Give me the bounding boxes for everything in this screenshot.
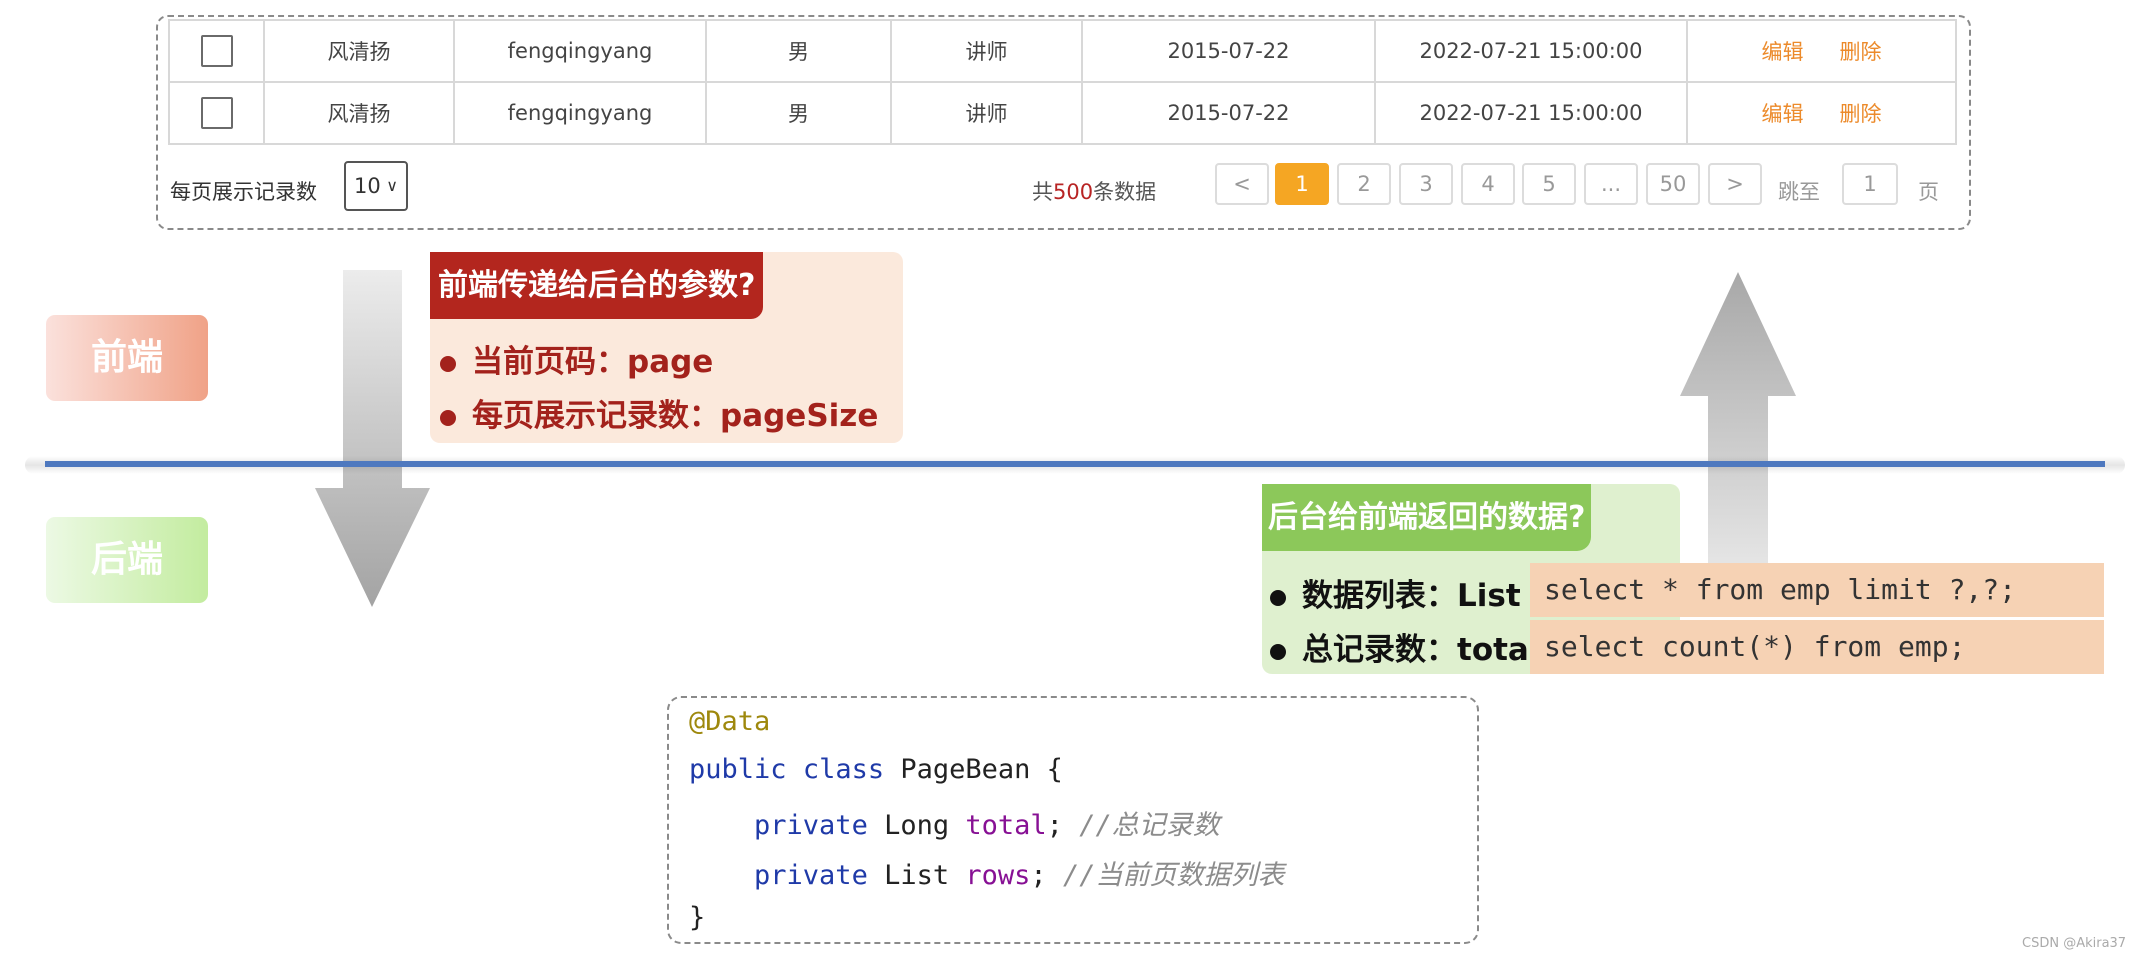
code-text: } — [689, 902, 706, 933]
code-type: List — [884, 860, 950, 891]
cell-name: 风清扬 — [263, 81, 455, 145]
chevron-down-icon: ∨ — [386, 176, 398, 195]
code-comment: //当前页数据列表 — [1062, 860, 1285, 891]
total-count-value: 500 — [1053, 180, 1094, 204]
code-type: Long — [884, 810, 950, 841]
bullet-dot — [1270, 589, 1286, 606]
delete-link[interactable]: 删除 — [1840, 40, 1882, 64]
cell-username: fengqingyang — [453, 19, 707, 83]
row-checkbox[interactable] — [200, 35, 233, 67]
cell-gender: 男 — [705, 81, 892, 145]
code-line: } — [689, 902, 705, 933]
page-button[interactable]: 5 — [1522, 163, 1576, 205]
code-line: private List rows; //当前页数据列表 — [754, 860, 1285, 891]
total-count-text: 共500条数据 — [1032, 176, 1156, 206]
page-button[interactable]: 50 — [1646, 163, 1700, 205]
cell-gender: 男 — [705, 19, 892, 83]
code-field: total — [965, 810, 1047, 841]
page-ellipsis: ... — [1584, 163, 1638, 205]
request-params-title: 前端传递给后台的参数? — [430, 252, 764, 319]
request-param-item: 当前页码：page — [440, 336, 713, 381]
request-param-item: 每页展示记录数：pageSize — [440, 390, 878, 435]
code-keyword: class — [802, 754, 885, 785]
bullet-dot — [440, 355, 456, 372]
employee-table-panel: 风清扬 fengqingyang 男讲师 2015-07-22 2022-07-21 1… — [156, 15, 1971, 230]
next-page-button[interactable]: > — [1708, 163, 1762, 205]
response-data-text: 总记录数：total — [1302, 632, 1540, 668]
row-select-cell — [168, 19, 265, 83]
watermark: CSDN @Akira37 — [2022, 936, 2127, 951]
edit-link[interactable]: 编辑 — [1762, 102, 1804, 126]
cell-actions: 编辑 删除 — [1686, 81, 1957, 145]
total-suffix: 条数据 — [1093, 180, 1157, 204]
total-prefix: 共 — [1032, 180, 1053, 204]
sql-list-query: select * from emp limit ?,?; — [1530, 563, 2104, 617]
table-row: 风清扬 fengqingyang 男讲师 2015-07-22 2022-07-21 1… — [168, 19, 1957, 83]
cell-username: fengqingyang — [453, 81, 707, 145]
page-button[interactable]: 3 — [1399, 163, 1453, 205]
sql-count-query: select count(*) from emp; — [1530, 620, 2104, 674]
cell-entry-date: 2015-07-22 — [1081, 81, 1376, 145]
prev-page-button[interactable]: < — [1215, 163, 1269, 205]
delete-link[interactable]: 删除 — [1840, 102, 1882, 126]
page-size-label: 每页展示记录数 — [170, 180, 317, 204]
pagebean-code-block: @Data public class PageBean { private Lo… — [667, 696, 1479, 944]
jump-label: 跳至 — [1778, 180, 1820, 204]
cell-update-time: 2022-07-21 15:00:00 — [1374, 81, 1688, 145]
code-comment: //总记录数 — [1079, 810, 1220, 841]
code-keyword: private — [754, 860, 868, 891]
backend-tag: 后端 — [46, 517, 208, 603]
jump-page-input[interactable]: 1 — [1842, 163, 1898, 205]
employee-table: 风清扬 fengqingyang 男讲师 2015-07-22 2022-07-21 1… — [168, 19, 1957, 145]
row-select-cell — [168, 81, 265, 145]
page-button[interactable]: 1 — [1275, 163, 1329, 205]
cell-job: 讲师 — [890, 19, 1083, 83]
bullet-dot — [440, 409, 456, 426]
response-data-title: 后台给前端返回的数据? — [1262, 484, 1592, 551]
code-field: rows — [965, 860, 1031, 891]
up-arrow — [1680, 272, 1796, 570]
code-line: @Data — [689, 706, 770, 737]
cell-entry-date: 2015-07-22 — [1081, 19, 1376, 83]
request-param-text: 当前页码：page — [472, 344, 714, 380]
page-button[interactable]: 2 — [1337, 163, 1391, 205]
request-param-text: 每页展示记录数：pageSize — [472, 398, 879, 434]
response-data-item: 数据列表：List — [1270, 570, 1521, 615]
frontend-tag: 前端 — [46, 315, 208, 401]
code-keyword: private — [754, 810, 868, 841]
cell-name: 风清扬 — [263, 19, 455, 83]
cell-actions: 编辑 删除 — [1686, 19, 1957, 83]
response-data-text: 数据列表：List — [1302, 578, 1521, 614]
page-button[interactable]: 4 — [1461, 163, 1515, 205]
bullet-dot — [1270, 643, 1286, 660]
cell-update-time: 2022-07-21 15:00:00 — [1374, 19, 1688, 83]
code-line: private Long total; //总记录数 — [754, 810, 1220, 841]
jump-unit: 页 — [1918, 180, 1939, 204]
response-data-item: 总记录数：total — [1270, 624, 1539, 669]
cell-job: 讲师 — [890, 81, 1083, 145]
down-arrow — [315, 270, 430, 607]
page-size-select[interactable]: 10 ∨ — [344, 161, 408, 211]
row-checkbox[interactable] — [200, 97, 233, 129]
table-row: 风清扬 fengqingyang 男讲师 2015-07-22 2022-07-21 1… — [168, 81, 1957, 145]
code-keyword: public — [689, 754, 787, 785]
frontend-backend-divider — [45, 461, 2105, 467]
edit-link[interactable]: 编辑 — [1762, 40, 1804, 64]
code-text: PageBean { — [900, 754, 1063, 785]
code-annotation: @Data — [689, 706, 771, 737]
code-line: public class PageBean { — [689, 754, 1063, 785]
pagination-bar: 每页展示记录数 10 ∨ 共500条数据 < 1 2 3 4 5 ... 50 … — [170, 160, 1960, 214]
page-size-value: 10 — [354, 174, 381, 198]
